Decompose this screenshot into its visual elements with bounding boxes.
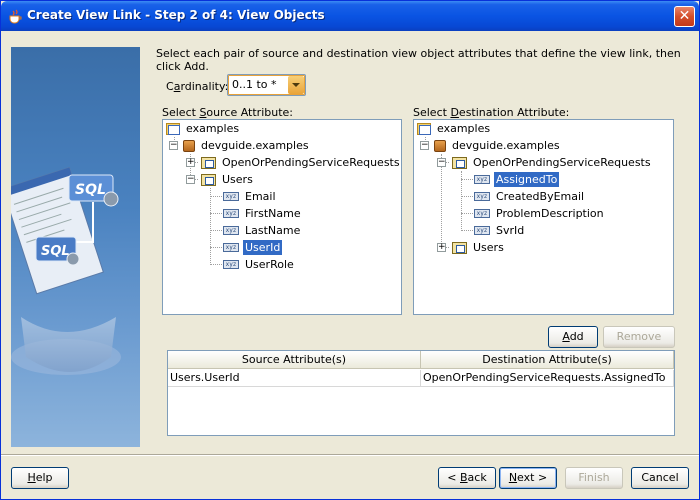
java-cup-icon [9,9,22,24]
svg-text:SQL: SQL [41,244,70,259]
folder-icon [166,122,180,135]
help-button[interactable]: Help [11,467,69,489]
instructions-text: Select each pair of source and destinati… [156,47,681,73]
attribute-icon: xyz [223,226,239,235]
view-object-icon [452,241,467,254]
tree-node-attribute[interactable]: xyz Email [223,188,278,205]
wizard-banner-image: SQL SQL [11,47,140,447]
tree-node-attribute-selected[interactable]: xyz UserId [223,239,283,256]
attribute-icon: xyz [223,209,239,218]
title-bar[interactable]: Create View Link - Step 2 of 4: View Obj… [1,1,699,31]
tree-node-view-object[interactable]: OpenOrPendingServiceRequests [201,154,401,171]
tree-node-package[interactable]: devguide.examples [434,137,562,154]
dialog-window: Create View Link - Step 2 of 4: View Obj… [0,0,700,500]
view-link-attributes-table[interactable]: Source Attribute(s) Destination Attribut… [167,350,675,436]
cardinality-value: 0..1 to * [232,78,277,91]
tree-node-view-object[interactable]: OpenOrPendingServiceRequests [452,154,653,171]
tree-node-view-object[interactable]: Users [452,239,506,256]
folder-icon [417,122,431,135]
footer-divider [1,454,699,456]
destination-attribute-label: Select Destination Attribute: [413,106,570,119]
tree-node-attribute[interactable]: xyz SvrId [474,222,526,239]
attribute-icon: xyz [474,175,490,184]
attribute-icon: xyz [474,192,490,201]
tree-node-attribute[interactable]: xyz LastName [223,222,302,239]
column-header-source[interactable]: Source Attribute(s) [168,351,421,369]
remove-button[interactable]: Remove [603,326,675,348]
finish-button[interactable]: Finish [565,467,623,489]
attribute-icon: xyz [223,243,239,252]
attribute-icon: xyz [474,209,490,218]
cardinality-select[interactable]: 0..1 to * [227,74,306,96]
destination-attribute-tree[interactable]: examples − devguide.examples − OpenOrPen… [413,119,674,315]
tree-node-attribute-selected[interactable]: xyz AssignedTo [474,171,560,188]
chevron-down-icon[interactable] [288,76,304,94]
table-cell-destination[interactable]: OpenOrPendingServiceRequests.AssignedTo [421,370,674,387]
package-icon [434,139,446,152]
banner-illustration-icon: SQL SQL [11,166,121,375]
tree-node-package[interactable]: devguide.examples [183,137,311,154]
tree-node-attribute[interactable]: xyz CreatedByEmail [474,188,586,205]
attribute-icon: xyz [474,226,490,235]
expand-icon[interactable]: + [186,158,195,167]
package-icon [183,139,195,152]
cancel-button[interactable]: Cancel [631,467,689,489]
tree-node-attribute[interactable]: xyz FirstName [223,205,303,222]
tree-node-view-object[interactable]: Users [201,171,255,188]
attribute-icon: xyz [223,260,239,269]
attribute-icon: xyz [223,192,239,201]
add-button[interactable]: Add [548,326,598,348]
table-cell-source[interactable]: Users.UserId [168,370,421,387]
next-button[interactable]: Next > [499,467,557,489]
window-title: Create View Link - Step 2 of 4: View Obj… [27,8,325,22]
close-icon: ✕ [678,8,691,24]
tree-node-attribute[interactable]: xyz ProblemDescription [474,205,606,222]
tree-node-attribute[interactable]: xyz UserRole [223,256,296,273]
view-object-icon [201,156,216,169]
collapse-icon[interactable]: − [169,141,178,150]
back-button[interactable]: < Back [438,467,496,489]
view-object-icon [201,173,216,186]
source-attribute-tree[interactable]: examples − devguide.examples + OpenOrPen… [162,119,402,315]
close-button[interactable]: ✕ [674,6,695,27]
collapse-icon[interactable]: − [420,141,429,150]
view-object-icon [452,156,467,169]
expand-icon[interactable]: + [437,243,446,252]
svg-text:SQL: SQL [75,182,106,198]
collapse-icon[interactable]: − [186,175,195,184]
source-attribute-label: Select Source Attribute: [162,106,293,119]
collapse-icon[interactable]: − [437,158,446,167]
tree-node-examples[interactable]: examples [166,120,241,137]
cardinality-label: Cardinality: [166,80,229,93]
column-header-destination[interactable]: Destination Attribute(s) [421,351,674,369]
tree-node-examples[interactable]: examples [417,120,492,137]
